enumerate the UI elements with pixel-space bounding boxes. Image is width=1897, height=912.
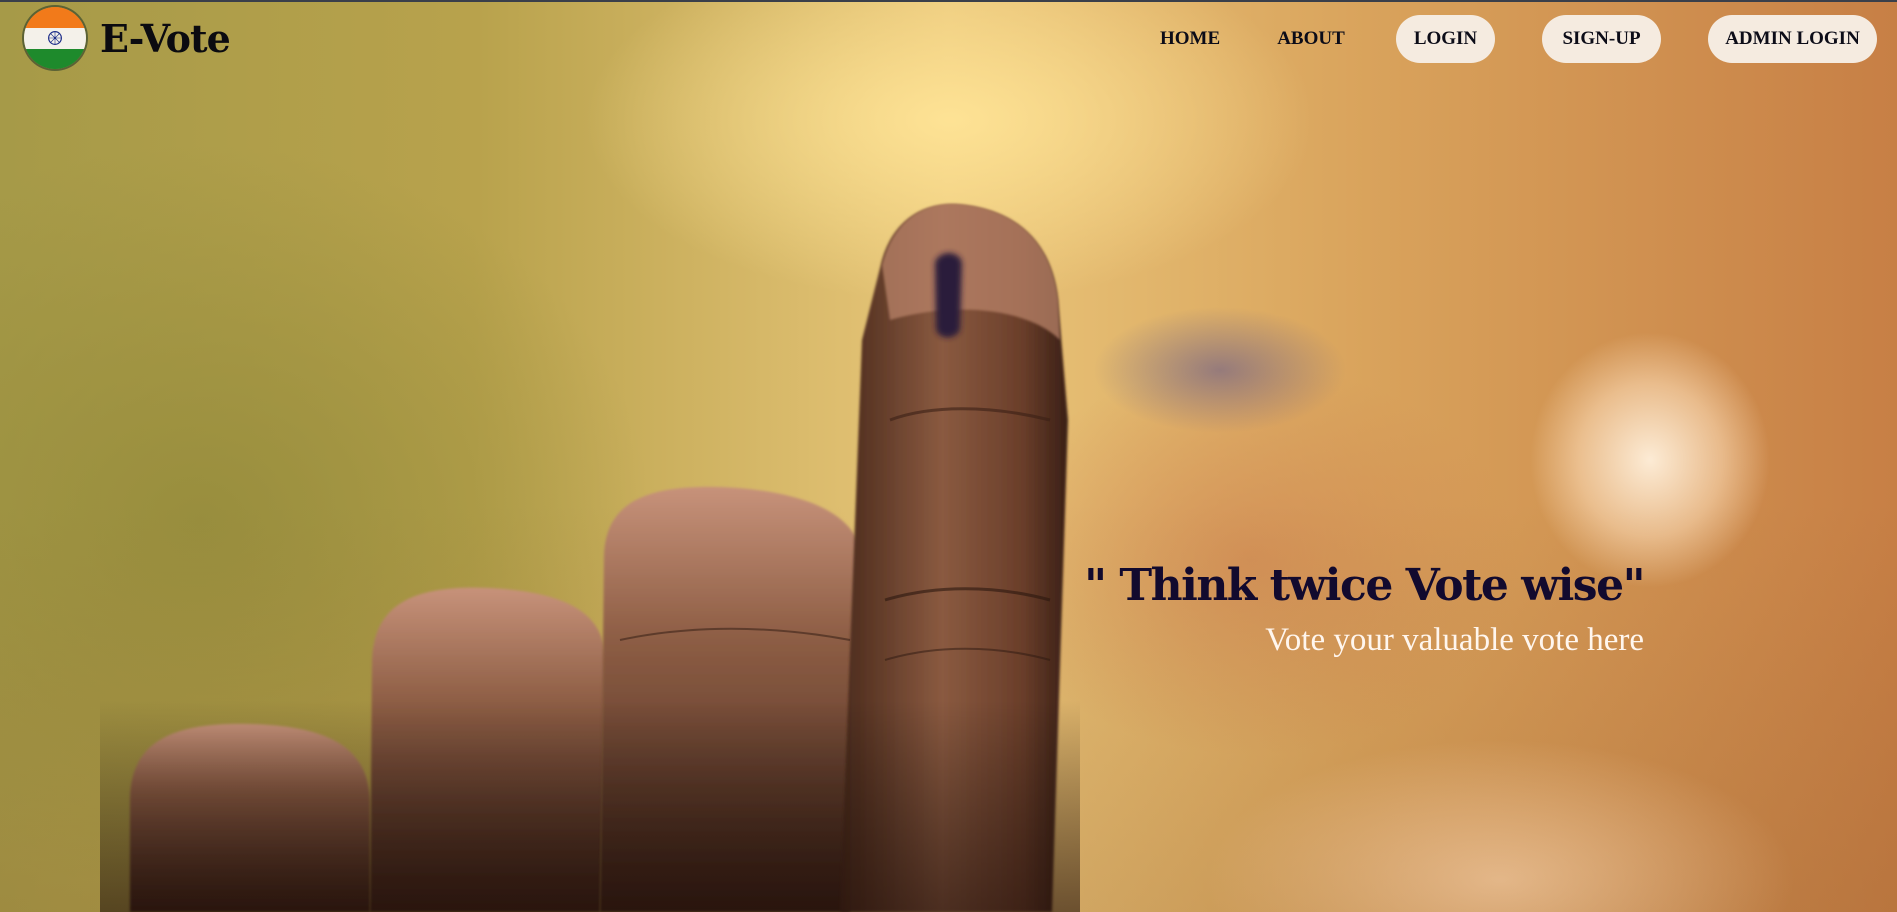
top-border — [0, 0, 1897, 2]
hand-with-inked-finger-image — [100, 204, 1080, 912]
hero-section: E-Vote HOME ABOUT LOGIN SIGN-UP ADMIN LO… — [0, 0, 1897, 912]
brand-name: E-Vote — [100, 15, 231, 61]
signup-button[interactable]: SIGN-UP — [1542, 15, 1661, 63]
nav-home-link[interactable]: HOME — [1160, 15, 1220, 63]
nav-about-link[interactable]: ABOUT — [1276, 15, 1346, 63]
india-flag-icon — [24, 7, 86, 69]
login-button[interactable]: LOGIN — [1396, 15, 1495, 63]
hero-subtitle: Vote your valuable vote here — [1265, 622, 1644, 658]
admin-login-button[interactable]: ADMIN LOGIN — [1708, 15, 1877, 63]
hero-tagline: " Think twice Vote wise" Vote your valua… — [1084, 556, 1645, 664]
top-navbar: E-Vote HOME ABOUT LOGIN SIGN-UP ADMIN LO… — [0, 0, 1897, 80]
ashoka-chakra-icon — [48, 31, 62, 45]
brand[interactable]: E-Vote — [24, 7, 231, 69]
hero-quote: " Think twice Vote wise" — [1084, 560, 1645, 611]
